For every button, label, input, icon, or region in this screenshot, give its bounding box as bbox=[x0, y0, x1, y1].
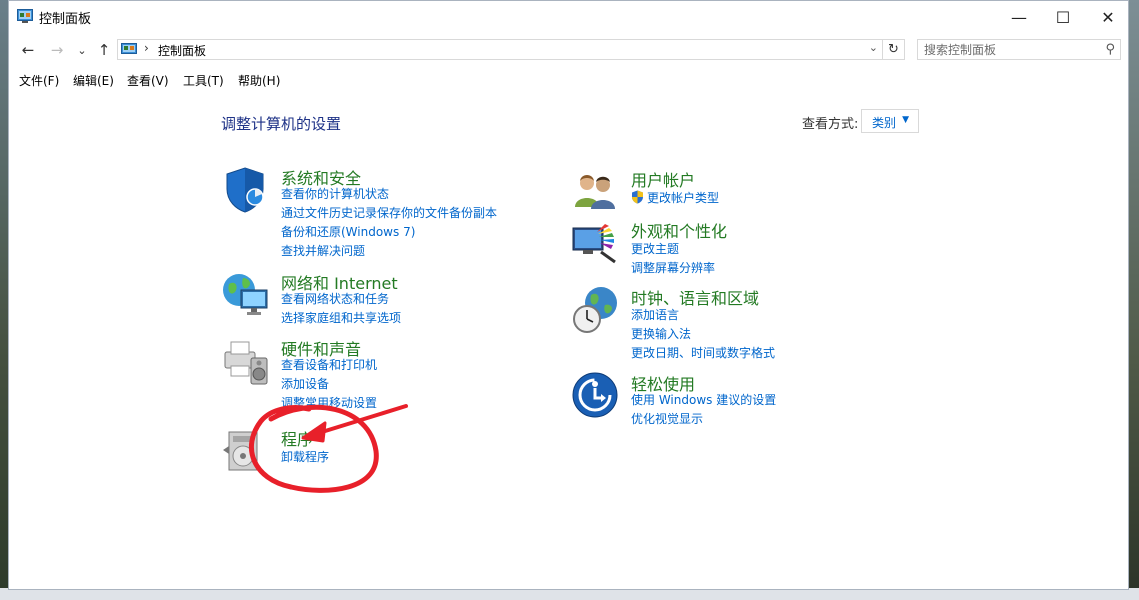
menu-file[interactable]: 文件(F) bbox=[19, 72, 59, 89]
up-button[interactable]: ↑ bbox=[93, 39, 115, 61]
search-box[interactable]: ⚲ bbox=[917, 39, 1121, 60]
link-date-time-format[interactable]: 更改日期、时间或数字格式 bbox=[631, 344, 775, 361]
minimize-button[interactable]: — bbox=[996, 1, 1042, 33]
main-content: 调整计算机的设置 查看方式: 类别 ▼ 系统和安全 查看你的计算机状态 通过文件… bbox=[9, 93, 1128, 589]
control-panel-icon bbox=[17, 9, 33, 23]
link-troubleshoot[interactable]: 查找并解决问题 bbox=[281, 242, 365, 259]
dropdown-arrow-icon: ▼ bbox=[902, 115, 909, 125]
breadcrumb-separator-icon: › bbox=[144, 41, 149, 55]
menu-help[interactable]: 帮助(H) bbox=[238, 72, 280, 89]
refresh-icon: ↻ bbox=[888, 42, 899, 57]
address-bar: ← → ⌄ ↑ › 控制面板 ⌄ ↻ ⚲ bbox=[9, 35, 1128, 65]
appearance-monitor-icon bbox=[572, 224, 616, 264]
breadcrumb-control-panel[interactable]: 控制面板 bbox=[158, 42, 206, 59]
control-panel-window: 控制面板 — ☐ ✕ ← → ⌄ ↑ › 控制面板 ⌄ ↻ ⚲ 文件(F) 编辑… bbox=[8, 0, 1129, 590]
link-mobility-settings[interactable]: 调整常用移动设置 bbox=[281, 394, 377, 411]
network-globe-icon bbox=[223, 274, 268, 315]
link-change-account-type-label: 更改帐户类型 bbox=[647, 191, 720, 205]
view-by-label: 查看方式: bbox=[802, 117, 859, 132]
back-arrow-icon: ← bbox=[21, 41, 35, 59]
clock-globe-icon bbox=[573, 287, 617, 333]
link-add-device[interactable]: 添加设备 bbox=[281, 375, 329, 392]
page-title: 调整计算机的设置 bbox=[221, 115, 342, 133]
link-recommended-settings[interactable]: 使用 Windows 建议的设置 bbox=[631, 391, 776, 408]
close-icon: ✕ bbox=[1101, 7, 1115, 27]
chevron-down-icon: ⌄ bbox=[77, 43, 87, 57]
category-title-appearance[interactable]: 外观和个性化 bbox=[631, 218, 727, 242]
search-input[interactable] bbox=[924, 41, 1094, 58]
ease-of-access-icon bbox=[572, 372, 618, 418]
link-change-input-method[interactable]: 更换输入法 bbox=[631, 325, 691, 342]
close-button[interactable]: ✕ bbox=[1085, 1, 1131, 33]
printer-speaker-icon bbox=[224, 341, 268, 385]
forward-arrow-icon: → bbox=[50, 41, 64, 59]
refresh-button[interactable]: ↻ bbox=[883, 39, 905, 60]
window-title: 控制面板 bbox=[39, 12, 92, 27]
link-screen-resolution[interactable]: 调整屏幕分辨率 bbox=[631, 259, 715, 276]
title-bar[interactable]: 控制面板 — ☐ ✕ bbox=[9, 1, 1128, 33]
link-change-theme[interactable]: 更改主题 bbox=[631, 240, 679, 257]
address-input[interactable]: › 控制面板 ⌄ bbox=[117, 39, 883, 60]
minimize-icon: — bbox=[1011, 7, 1027, 27]
address-dropdown-icon[interactable]: ⌄ bbox=[869, 41, 878, 54]
category-title-programs[interactable]: 程序 bbox=[281, 426, 313, 450]
maximize-icon: ☐ bbox=[1055, 7, 1071, 27]
users-icon bbox=[575, 175, 615, 209]
up-arrow-icon: ↑ bbox=[97, 41, 111, 59]
link-change-account-type[interactable]: 更改帐户类型 bbox=[631, 189, 719, 206]
category-title-users[interactable]: 用户帐户 bbox=[631, 167, 695, 191]
link-homegroup-sharing[interactable]: 选择家庭组和共享选项 bbox=[281, 309, 401, 326]
menu-edit[interactable]: 编辑(E) bbox=[73, 72, 114, 89]
menu-tools[interactable]: 工具(T) bbox=[183, 72, 224, 89]
control-panel-icon bbox=[121, 43, 137, 54]
link-backup-restore[interactable]: 备份和还原(Windows 7) bbox=[281, 223, 415, 240]
view-by-dropdown[interactable]: 类别 ▼ bbox=[861, 109, 919, 133]
link-uninstall-program[interactable]: 卸载程序 bbox=[281, 448, 329, 465]
back-button[interactable]: ← bbox=[17, 39, 39, 61]
menu-bar: 文件(F) 编辑(E) 查看(V) 工具(T) 帮助(H) bbox=[9, 69, 1128, 91]
link-add-language[interactable]: 添加语言 bbox=[631, 306, 679, 323]
maximize-button[interactable]: ☐ bbox=[1040, 1, 1086, 33]
shield-icon bbox=[226, 167, 264, 213]
link-view-computer-status[interactable]: 查看你的计算机状态 bbox=[281, 185, 389, 202]
search-icon[interactable]: ⚲ bbox=[1105, 42, 1115, 57]
link-file-history-backup[interactable]: 通过文件历史记录保存你的文件备份副本 bbox=[281, 204, 497, 221]
view-by-value: 类别 bbox=[872, 116, 897, 130]
uac-shield-icon bbox=[632, 190, 643, 204]
link-devices-printers[interactable]: 查看设备和打印机 bbox=[281, 356, 377, 373]
link-optimize-visual[interactable]: 优化视觉显示 bbox=[631, 410, 703, 427]
link-network-status[interactable]: 查看网络状态和任务 bbox=[281, 290, 389, 307]
forward-button[interactable]: → bbox=[46, 39, 68, 61]
desktop-background-right bbox=[1129, 0, 1139, 600]
recent-locations-button[interactable]: ⌄ bbox=[71, 39, 93, 61]
programs-disc-icon bbox=[223, 431, 258, 471]
menu-view[interactable]: 查看(V) bbox=[127, 72, 169, 89]
